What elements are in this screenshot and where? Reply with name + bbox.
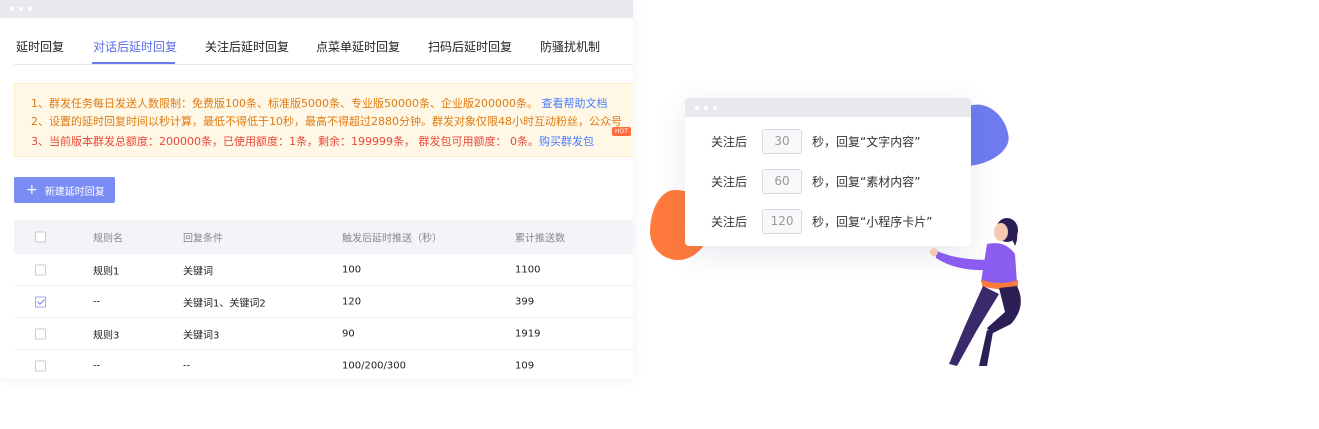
reply-rule-row: 关注后 60 秒，回复“素材内容”: [711, 168, 920, 194]
rule-name: --: [93, 296, 101, 307]
notice-line-1: 1、群发任务每日发送人数限制：免费版100条、标准版5000条、专业版50000…: [31, 95, 607, 111]
plus-icon: +: [26, 182, 38, 198]
rule-delay: 100/200/300: [342, 360, 406, 371]
help-doc-link[interactable]: 查看帮助文档: [541, 97, 607, 110]
delay-seconds-input[interactable]: 30: [762, 128, 803, 154]
notice-line-3: 3、当前版本群发总额度：200000条，已使用额度：1条，剩余：199999条，…: [31, 133, 594, 149]
header-delay: 触发后延时推送（秒）: [342, 233, 442, 245]
tab-bar: 延时回复 对话后延时回复 关注后延时回复 点菜单延时回复 扫码后延时回复 防骚扰…: [0, 18, 633, 64]
rule-count: 1919: [515, 328, 541, 339]
row-checkbox[interactable]: [35, 328, 46, 339]
rule-delay: 100: [342, 264, 362, 275]
app-window: 延时回复 对话后延时回复 关注后延时回复 点菜单延时回复 扫码后延时回复 防骚扰…: [0, 0, 633, 378]
rule-suffix: 秒，回复“素材内容”: [812, 174, 921, 189]
tab-delay-reply[interactable]: 延时回复: [16, 38, 64, 55]
tab-after-follow-delay-reply[interactable]: 关注后延时回复: [205, 38, 289, 55]
tab-menu-click-delay-reply[interactable]: 点菜单延时回复: [316, 38, 400, 55]
window-dot: [19, 7, 23, 11]
notice-line-2: 2、设置的延时回复时间以秒计算，最低不得低于10秒，最高不得超过2880分钟。群…: [31, 115, 622, 128]
table-header: 规则名 回复条件 触发后延时推送（秒） 累计推送数: [14, 220, 633, 254]
rule-suffix: 秒，回复“小程序卡片”: [812, 214, 933, 229]
table-row: -- 关键词1、关键词2 120 399: [14, 286, 633, 318]
window-dot: [10, 7, 14, 11]
rule-condition: 关键词: [183, 266, 213, 277]
delay-seconds-input[interactable]: 120: [762, 208, 803, 234]
rule-name: --: [93, 360, 101, 371]
hot-badge: HOT: [612, 127, 631, 136]
new-delay-reply-label: 新建延时回复: [44, 186, 105, 198]
select-all-checkbox[interactable]: [35, 231, 46, 243]
rule-suffix: 秒，回复“文字内容”: [812, 134, 921, 149]
window-dot: [704, 105, 708, 110]
rule-condition: 关键词3: [183, 330, 220, 341]
notice-line-1-text: 1、群发任务每日发送人数限制：免费版100条、标准版5000条、专业版50000…: [31, 97, 538, 110]
rule-prefix: 关注后: [711, 134, 748, 149]
header-count: 累计推送数: [515, 233, 565, 245]
rule-name: 规则1: [93, 266, 120, 277]
rule-count: 109: [515, 360, 535, 371]
rule-count: 1100: [515, 264, 541, 275]
reply-rule-row: 关注后 120 秒，回复“小程序卡片”: [711, 208, 932, 234]
woman-illustration: [930, 218, 1021, 366]
rule-delay: 90: [342, 328, 355, 339]
tabs-divider: [14, 64, 633, 65]
notice-banner: 1、群发任务每日发送人数限制：免费版100条、标准版5000条、专业版50000…: [14, 83, 633, 157]
new-delay-reply-button[interactable]: + 新建延时回复: [14, 177, 115, 203]
header-rule-name: 规则名: [93, 233, 123, 245]
rule-condition: 关键词1、关键词2: [183, 298, 266, 309]
window-titlebar: [0, 0, 633, 18]
table-row: -- -- 100/200/300 109: [14, 350, 633, 378]
row-checkbox-checked[interactable]: [35, 296, 46, 307]
card-titlebar: [685, 98, 971, 117]
rule-prefix: 关注后: [711, 214, 748, 229]
window-dot: [713, 105, 717, 110]
rules-table: 规则名 回复条件 触发后延时推送（秒） 累计推送数 规则1 关键词 100 11…: [14, 220, 633, 378]
tab-anti-harassment[interactable]: 防骚扰机制: [540, 38, 600, 55]
rule-condition: --: [183, 360, 191, 371]
buy-package-link[interactable]: 购买群发包: [539, 135, 594, 148]
row-checkbox[interactable]: [35, 360, 46, 371]
tab-scan-delay-reply[interactable]: 扫码后延时回复: [428, 38, 512, 55]
reply-rule-row: 关注后 30 秒，回复“文字内容”: [711, 128, 920, 154]
window-dot: [695, 105, 699, 110]
rule-prefix: 关注后: [711, 174, 748, 189]
row-checkbox[interactable]: [35, 264, 46, 275]
notice-line-3-text: 3、当前版本群发总额度：200000条，已使用额度：1条，剩余：199999条，…: [31, 135, 539, 148]
table-row: 规则1 关键词 100 1100: [14, 254, 633, 286]
rule-name: 规则3: [93, 330, 120, 341]
tab-after-chat-delay-reply[interactable]: 对话后延时回复: [93, 38, 177, 55]
header-condition: 回复条件: [183, 233, 223, 245]
window-dot: [28, 7, 32, 11]
table-row: 规则3 关键词3 90 1919: [14, 318, 633, 350]
rule-count: 399: [515, 296, 535, 307]
rule-delay: 120: [342, 296, 362, 307]
delay-seconds-input[interactable]: 60: [762, 168, 803, 194]
